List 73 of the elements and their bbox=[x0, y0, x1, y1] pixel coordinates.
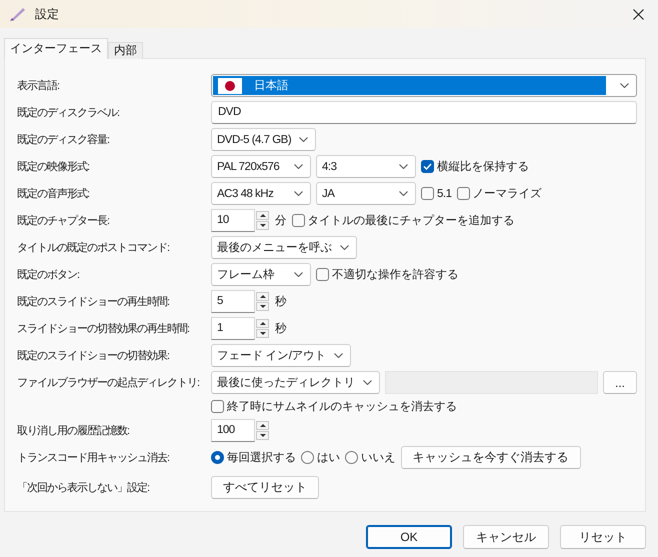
unit-label: 秒 bbox=[275, 294, 286, 309]
unit-label: 秒 bbox=[275, 322, 286, 336]
dropdown[interactable]: PAL 720x576 bbox=[211, 155, 311, 178]
setting-label: 既定のボタン: bbox=[17, 268, 80, 282]
checkbox[interactable]: 終了時にサムネイルのキャッシュを消去する bbox=[211, 399, 457, 414]
chevron-down-icon bbox=[340, 245, 349, 250]
checkbox[interactable]: 5.1 bbox=[421, 187, 452, 200]
app-icon bbox=[9, 6, 27, 22]
down-arrow-button[interactable] bbox=[256, 221, 269, 230]
chevron-down-icon bbox=[294, 272, 303, 277]
unit-label: 分 bbox=[275, 214, 286, 228]
dropdown[interactable]: AC3 48 kHz bbox=[211, 182, 311, 205]
up-arrow-button[interactable] bbox=[256, 421, 269, 430]
setting-label: タイトルの既定のポストコマンド: bbox=[17, 240, 170, 255]
radio-button[interactable]: はい bbox=[301, 450, 340, 465]
checkbox[interactable]: ノーマライズ bbox=[456, 186, 542, 201]
dropdown[interactable]: 4:3 bbox=[316, 155, 416, 178]
up-arrow-button[interactable] bbox=[256, 211, 269, 220]
up-arrow-button[interactable] bbox=[256, 319, 269, 328]
chevron-down-icon bbox=[399, 191, 408, 196]
number-field[interactable]: 100 bbox=[211, 419, 255, 442]
dropdown[interactable]: DVD-5 (4.7 GB) bbox=[211, 128, 316, 151]
button[interactable]: すべてリセット bbox=[211, 476, 319, 499]
checkbox[interactable]: タイトルの最後にチャプターを追加する bbox=[292, 213, 514, 228]
chevron-down-icon bbox=[294, 191, 303, 196]
chevron-down-icon bbox=[399, 164, 408, 169]
window-title: 設定 bbox=[35, 6, 59, 22]
setting-label: 「次回から表示しない」設定: bbox=[17, 480, 150, 495]
setting-label: 既定のチャプター長: bbox=[17, 214, 110, 228]
chevron-down-icon bbox=[294, 164, 303, 169]
chevron-down-icon bbox=[334, 353, 343, 358]
down-arrow-button[interactable] bbox=[256, 329, 269, 338]
text-field[interactable]: DVD bbox=[211, 101, 637, 124]
dropdown[interactable]: 最後に使ったディレクトリ bbox=[211, 371, 380, 394]
dialog-button[interactable]: キャンセル bbox=[463, 525, 549, 549]
setting-label: 表示言語: bbox=[17, 78, 60, 93]
chevron-down-icon bbox=[363, 380, 372, 385]
dropdown[interactable]: フェード イン/アウト bbox=[211, 344, 351, 367]
tab[interactable]: 内部 bbox=[108, 42, 143, 59]
down-arrow-button[interactable] bbox=[256, 302, 269, 311]
setting-label: 既定のスライドショーの切替効果: bbox=[17, 348, 170, 363]
number-field[interactable]: 10 bbox=[211, 209, 255, 232]
checkbox[interactable]: 横縦比を保持する bbox=[421, 159, 529, 174]
dialog-button[interactable]: リセット bbox=[560, 525, 646, 549]
checkbox[interactable]: 不適切な操作を許容する bbox=[316, 267, 458, 282]
down-arrow-button[interactable] bbox=[256, 431, 269, 440]
setting-label: 既定の音声形式: bbox=[17, 186, 90, 201]
number-field[interactable]: 5 bbox=[211, 290, 255, 313]
up-arrow-button[interactable] bbox=[256, 292, 269, 301]
dropdown[interactable]: JA bbox=[316, 182, 416, 205]
setting-label: 既定の映像形式: bbox=[17, 160, 90, 174]
dropdown[interactable]: フレーム枠 bbox=[211, 263, 311, 286]
close-icon[interactable] bbox=[633, 8, 644, 20]
button[interactable]: キャッシュを今すぐ消去する bbox=[400, 446, 580, 469]
setting-label: スライドショーの切替効果の再生時間: bbox=[17, 322, 190, 336]
check-icon bbox=[423, 163, 432, 170]
radio-button[interactable]: いいえ bbox=[345, 450, 396, 465]
setting-label: トランスコード用キャッシュ消去: bbox=[17, 451, 170, 465]
chevron-down-icon bbox=[620, 83, 629, 88]
radio-button[interactable]: 毎回選択する bbox=[211, 450, 296, 465]
setting-label: 既定のスライドショーの再生時間: bbox=[17, 294, 170, 309]
setting-label: 既定のディスク容量: bbox=[17, 132, 110, 147]
flag-icon bbox=[218, 78, 242, 94]
dialog-button[interactable]: OK bbox=[366, 525, 452, 549]
setting-label: 取り消し用の履歴記憶数: bbox=[17, 424, 130, 438]
setting-label: ファイルブラウザーの起点ディレクトリ: bbox=[17, 376, 200, 390]
button[interactable]: ... bbox=[602, 371, 637, 394]
chevron-down-icon bbox=[299, 137, 308, 142]
setting-label: 既定のディスクラベル: bbox=[17, 106, 120, 120]
dropdown[interactable]: 最後のメニューを呼ぶ bbox=[211, 236, 357, 259]
number-field[interactable]: 1 bbox=[211, 317, 255, 340]
tab[interactable]: インターフェース bbox=[4, 38, 108, 59]
language-dropdown[interactable]: 日本語 bbox=[211, 74, 637, 97]
